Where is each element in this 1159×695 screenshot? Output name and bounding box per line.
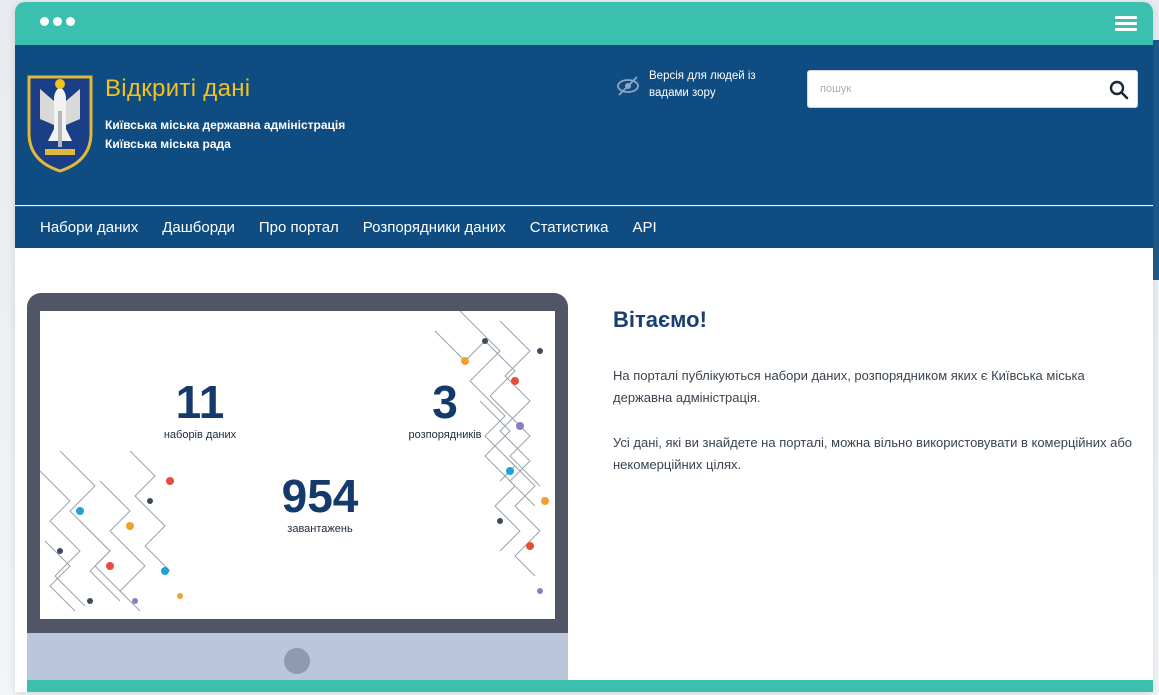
laptop-illustration: 11 наборів даних 3 розпорядників 954 зав…: [27, 293, 568, 692]
network-pattern: [40, 311, 549, 612]
nav-dashboards[interactable]: Дашборди: [162, 219, 235, 236]
datasets-count: 11: [175, 376, 225, 428]
site-title[interactable]: Відкриті дані: [105, 75, 250, 103]
kyiv-crest-logo[interactable]: [25, 71, 95, 173]
nav-data-managers[interactable]: Розпорядники даних: [363, 219, 506, 236]
nav-statistics[interactable]: Статистика: [530, 219, 609, 236]
window-dot[interactable]: [53, 17, 62, 26]
search-input[interactable]: [808, 71, 1098, 107]
subtitle-kmr: Київська міська рада: [105, 137, 231, 151]
window-dot[interactable]: [66, 17, 75, 26]
window-titlebar: [15, 2, 1153, 45]
accessibility-version-link[interactable]: Версія для людей із вадами зору: [615, 68, 789, 102]
downloads-count: 954: [281, 470, 359, 522]
welcome-paragraph-2: Усі дані, які ви знайдете на порталі, мо…: [613, 435, 1132, 472]
browser-window: Відкриті дані Київська міська державна а…: [15, 2, 1153, 692]
window-controls: [40, 17, 75, 26]
main-nav: Набори даних Дашборди Про портал Розпоря…: [15, 206, 1153, 248]
managers-count-label: розпорядників: [408, 429, 482, 441]
managers-count: 3: [432, 376, 458, 428]
datasets-count-label: наборів даних: [163, 429, 237, 441]
hamburger-icon[interactable]: [1115, 16, 1137, 32]
accessibility-version-label: Версія для людей із вадами зору: [649, 70, 756, 99]
laptop-button: [284, 648, 310, 674]
downloads-count-label: завантажень: [287, 523, 353, 535]
nav-api[interactable]: API: [633, 219, 657, 236]
welcome-paragraph-1: На порталі публікуються набори даних, ро…: [613, 368, 1085, 405]
nav-about[interactable]: Про портал: [259, 219, 339, 236]
site-header: Відкриті дані Київська міська державна а…: [15, 45, 1153, 248]
subtitle-kmda: Київська міська державна адміністрація: [105, 118, 346, 132]
window-dot[interactable]: [40, 17, 49, 26]
nav-datasets[interactable]: Набори даних: [40, 219, 138, 236]
bottom-accent-bar: [27, 680, 1153, 692]
welcome-heading: Вітаємо!: [613, 307, 707, 332]
eye-slash-icon: [617, 76, 639, 96]
search-icon[interactable]: [1109, 80, 1129, 100]
laptop-screen: 11 наборів даних 3 розпорядників 954 зав…: [40, 311, 555, 619]
search-box: [807, 70, 1138, 108]
